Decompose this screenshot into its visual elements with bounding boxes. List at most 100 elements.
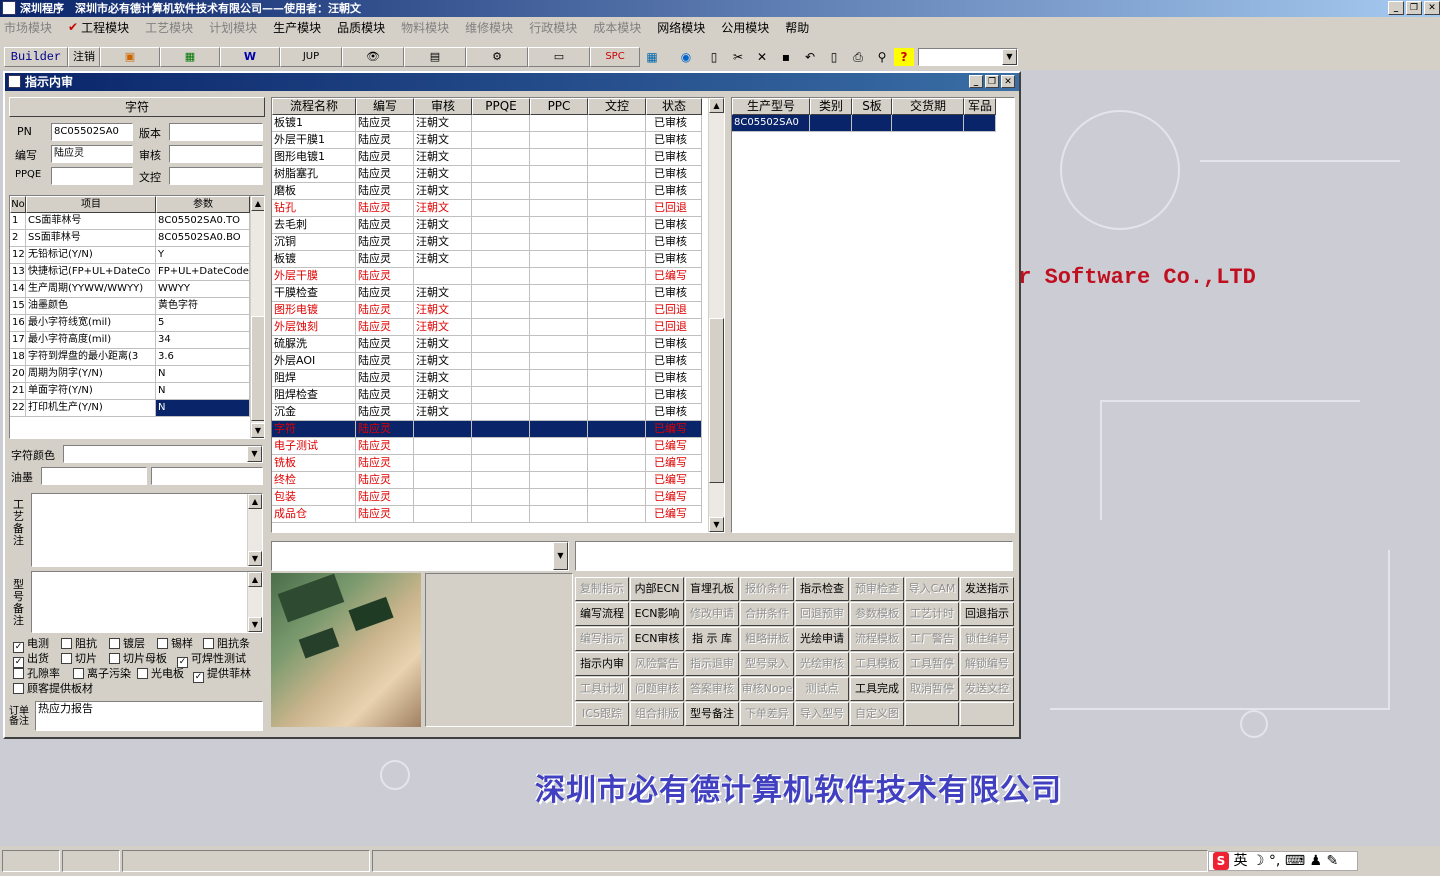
action-button-5-1[interactable]: 组合排版 xyxy=(630,702,684,726)
browser-icon[interactable]: ◉ xyxy=(676,48,696,66)
action-button-5-4[interactable]: 导入型号 xyxy=(795,702,849,726)
checkbox-2[interactable]: 镀层 xyxy=(109,637,145,650)
action-button-0-1[interactable]: 内部ECN xyxy=(630,577,684,601)
action-button-2-1[interactable]: ECN审核 xyxy=(630,627,684,651)
flow-col-header[interactable]: 审核 xyxy=(414,98,472,115)
models-col-header[interactable]: S板 xyxy=(852,98,892,115)
checkbox-12[interactable]: ✓ 提供菲林 xyxy=(193,667,251,683)
checkbox-box[interactable] xyxy=(61,638,72,649)
action-button-4-7[interactable]: 发送文控 xyxy=(960,677,1014,701)
scroll-up-icon[interactable]: ▲ xyxy=(709,98,724,113)
action-button-3-5[interactable]: 工具模板 xyxy=(850,652,904,676)
checkbox-4[interactable]: 阻抗条 xyxy=(203,637,250,650)
action-button-3-1[interactable]: 风险警告 xyxy=(630,652,684,676)
moon-icon[interactable]: ☽ xyxy=(1252,853,1265,869)
menu-item-2[interactable]: 工艺模块 xyxy=(145,19,193,36)
checkbox-box[interactable] xyxy=(137,668,148,679)
action-button-5-5[interactable]: 自定义图 xyxy=(850,702,904,726)
close-button[interactable]: ✕ xyxy=(1424,1,1440,15)
action-button-0-7[interactable]: 发送指示 xyxy=(960,577,1014,601)
checkbox-5[interactable]: ✓ 出货 xyxy=(13,652,49,668)
action-button-1-0[interactable]: 编写流程 xyxy=(575,602,629,626)
checkbox-3[interactable]: 锡样 xyxy=(157,637,193,650)
action-button-2-0[interactable]: 编写指示 xyxy=(575,627,629,651)
action-button-0-5[interactable]: 预审检查 xyxy=(850,577,904,601)
action-button-4-6[interactable]: 取消暂停 xyxy=(905,677,959,701)
wrench-icon[interactable]: ✎ xyxy=(1327,853,1339,869)
action-button-3-2[interactable]: 指示退审 xyxy=(685,652,739,676)
flow-scrollbar[interactable]: ▲ ▼ xyxy=(708,98,724,532)
action-button-3-0[interactable]: 指示内审 xyxy=(575,652,629,676)
menu-item-9[interactable]: 成本模块 xyxy=(593,19,641,36)
action-button-3-3[interactable]: 型号录入 xyxy=(740,652,794,676)
action-button-0-0[interactable]: 复制指示 xyxy=(575,577,629,601)
child-close-button[interactable]: ✕ xyxy=(1001,75,1015,88)
menu-item-12[interactable]: 帮助 xyxy=(785,19,809,36)
models-col-header[interactable]: 生产型号 xyxy=(732,98,810,115)
models-col-header[interactable]: 类别 xyxy=(810,98,852,115)
action-button-3-7[interactable]: 解锁编号 xyxy=(960,652,1014,676)
help-icon[interactable]: ? xyxy=(894,48,914,66)
minimize-button[interactable]: _ xyxy=(1388,1,1404,15)
char-color-select[interactable]: ▼ xyxy=(63,445,263,463)
ppqe-field[interactable] xyxy=(51,167,133,185)
delete-icon[interactable]: ✕ xyxy=(752,48,772,66)
network-icon[interactable]: ⚙ xyxy=(466,47,528,67)
scroll-down-icon[interactable]: ▼ xyxy=(709,517,724,532)
action-button-1-1[interactable]: ECN影响 xyxy=(630,602,684,626)
checkbox-1[interactable]: 阻抗 xyxy=(61,637,97,650)
action-button-4-5[interactable]: 工具完成 xyxy=(850,677,904,701)
jup-button[interactable]: JUP xyxy=(280,47,342,67)
action-button-1-2[interactable]: 修改申请 xyxy=(685,602,739,626)
menu-item-10[interactable]: 网络模块 xyxy=(657,19,705,36)
powerpoint-icon[interactable]: ▣ xyxy=(100,47,160,67)
action-button-5-2[interactable]: 型号备注 xyxy=(685,702,739,726)
action-button-2-2[interactable]: 指 示 库 xyxy=(685,627,739,651)
menu-item-7[interactable]: 维修模块 xyxy=(465,19,513,36)
action-button-2-4[interactable]: 光绘申请 xyxy=(795,627,849,651)
action-button-1-6[interactable]: 工艺计时 xyxy=(905,602,959,626)
sogou-icon[interactable]: S xyxy=(1213,852,1229,870)
scroll-down-icon[interactable]: ▼ xyxy=(248,551,262,566)
action-button-1-5[interactable]: 参数模板 xyxy=(850,602,904,626)
action-button-0-3[interactable]: 报价条件 xyxy=(740,577,794,601)
database-icon[interactable]: ▤ xyxy=(404,47,466,67)
flow-col-header[interactable]: 编写 xyxy=(356,98,414,115)
review-field[interactable] xyxy=(169,145,263,163)
model-note-scrollbar[interactable]: ▲ ▼ xyxy=(247,572,262,632)
child-restore-button[interactable]: ❐ xyxy=(985,75,999,88)
scroll-down-icon[interactable]: ▼ xyxy=(251,423,264,438)
craft-note-scrollbar[interactable]: ▲ ▼ xyxy=(247,494,262,566)
action-button-0-2[interactable]: 盲埋孔板 xyxy=(685,577,739,601)
action-button-2-5[interactable]: 流程模板 xyxy=(850,627,904,651)
checkbox-box[interactable] xyxy=(13,668,24,679)
menu-item-3[interactable]: 计划模块 xyxy=(209,19,257,36)
order-note-field[interactable]: 热应力报告 xyxy=(35,701,263,731)
action-button-3-4[interactable]: 光绘审核 xyxy=(795,652,849,676)
doc-control-field[interactable] xyxy=(169,167,263,185)
checkbox-box[interactable] xyxy=(109,638,120,649)
scroll-up-icon[interactable]: ▲ xyxy=(248,572,262,587)
checkbox-box[interactable] xyxy=(61,653,72,664)
builder-button[interactable]: Builder xyxy=(4,47,68,67)
action-button-5-3[interactable]: 下单差异 xyxy=(740,702,794,726)
flow-col-header[interactable]: 流程名称 xyxy=(272,98,356,115)
checkbox-box[interactable] xyxy=(73,668,84,679)
action-button-1-7[interactable]: 回退指示 xyxy=(960,602,1014,626)
action-button-4-0[interactable]: 工具计划 xyxy=(575,677,629,701)
keyboard-icon[interactable]: ⌨ xyxy=(1285,853,1305,869)
model-note-textarea[interactable]: ▲ ▼ xyxy=(31,571,263,633)
flow-col-header[interactable]: PPC xyxy=(530,98,588,115)
params-col-header[interactable]: 项目 xyxy=(26,196,156,213)
action-button-1-4[interactable]: 回退预审 xyxy=(795,602,849,626)
action-button-2-7[interactable]: 锁住编号 xyxy=(960,627,1014,651)
menu-item-1[interactable]: 工程模块 xyxy=(81,19,129,36)
eye-icon[interactable]: 👁 xyxy=(342,47,404,67)
checkbox-box[interactable] xyxy=(13,683,24,694)
scroll-thumb[interactable] xyxy=(709,318,724,483)
flow-col-header[interactable]: 文控 xyxy=(588,98,646,115)
craft-note-textarea[interactable]: ▲ ▼ xyxy=(31,493,263,567)
checkbox-9[interactable]: 孔隙率 xyxy=(13,667,60,680)
action-button-2-3[interactable]: 粗略拼板 xyxy=(740,627,794,651)
menu-item-8[interactable]: 行政模块 xyxy=(529,19,577,36)
